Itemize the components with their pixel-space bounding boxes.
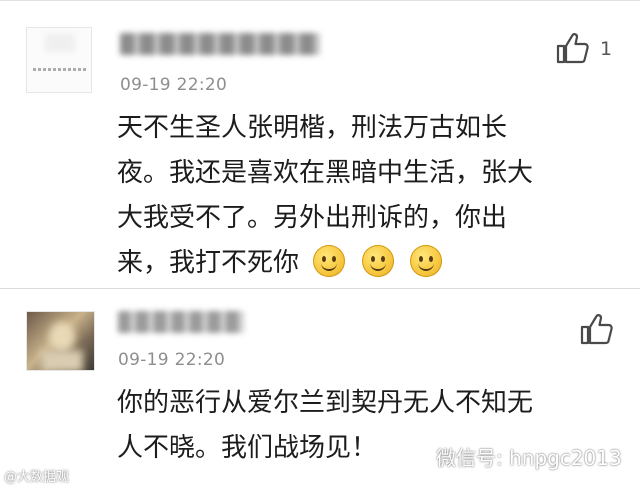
wechat-icon xyxy=(404,446,431,469)
username-blurred[interactable] xyxy=(118,311,244,333)
like-button[interactable]: 1 xyxy=(556,32,616,64)
avatar-face xyxy=(49,322,75,352)
comment-line: 你的恶行从爱尔兰到契丹无人不知无 xyxy=(117,388,534,418)
comment-item: 09-19 22:20 1 天不生圣人张明楷，刑法万古如长 夜。我还是喜欢在黑暗… xyxy=(0,0,640,288)
avatar-image xyxy=(45,34,75,52)
comment-line-text: 来，我打不死你 xyxy=(117,248,300,278)
thumbs-up-icon xyxy=(580,314,613,345)
smiley-face-icon xyxy=(313,245,346,277)
comment-line: 大我受不了。另外出刑诉的，你出 xyxy=(117,203,508,233)
source-watermark: @大数据观 xyxy=(4,470,70,485)
avatar[interactable] xyxy=(26,311,95,371)
username-blurred[interactable] xyxy=(120,33,320,55)
like-count: 1 xyxy=(600,38,613,60)
wechat-id-text: 微信号: hnpgc2013 xyxy=(436,446,622,470)
avatar-logo-text xyxy=(33,68,87,71)
thumbs-up-icon xyxy=(556,33,589,64)
avatar-body xyxy=(41,350,83,370)
like-button[interactable] xyxy=(580,313,613,345)
comment-line: 夜。我还是喜欢在黑暗中生活，张大 xyxy=(117,158,534,188)
wechat-watermark: 微信号: hnpgc2013 xyxy=(404,442,622,471)
emoji-group xyxy=(305,245,442,278)
comment-timestamp: 09-19 22:20 xyxy=(120,75,228,95)
comment-line: 天不生圣人张明楷，刑法万古如长 xyxy=(117,113,508,143)
smiley-face-icon xyxy=(409,245,442,277)
comment-timestamp: 09-19 22:20 xyxy=(118,350,226,370)
comment-line-last: 来，我打不死你 xyxy=(117,241,617,286)
smiley-face-icon xyxy=(361,245,394,277)
avatar[interactable] xyxy=(26,27,92,93)
comment-body: 天不生圣人张明楷，刑法万古如长 夜。我还是喜欢在黑暗中生活，张大 大我受不了。另… xyxy=(117,106,617,286)
